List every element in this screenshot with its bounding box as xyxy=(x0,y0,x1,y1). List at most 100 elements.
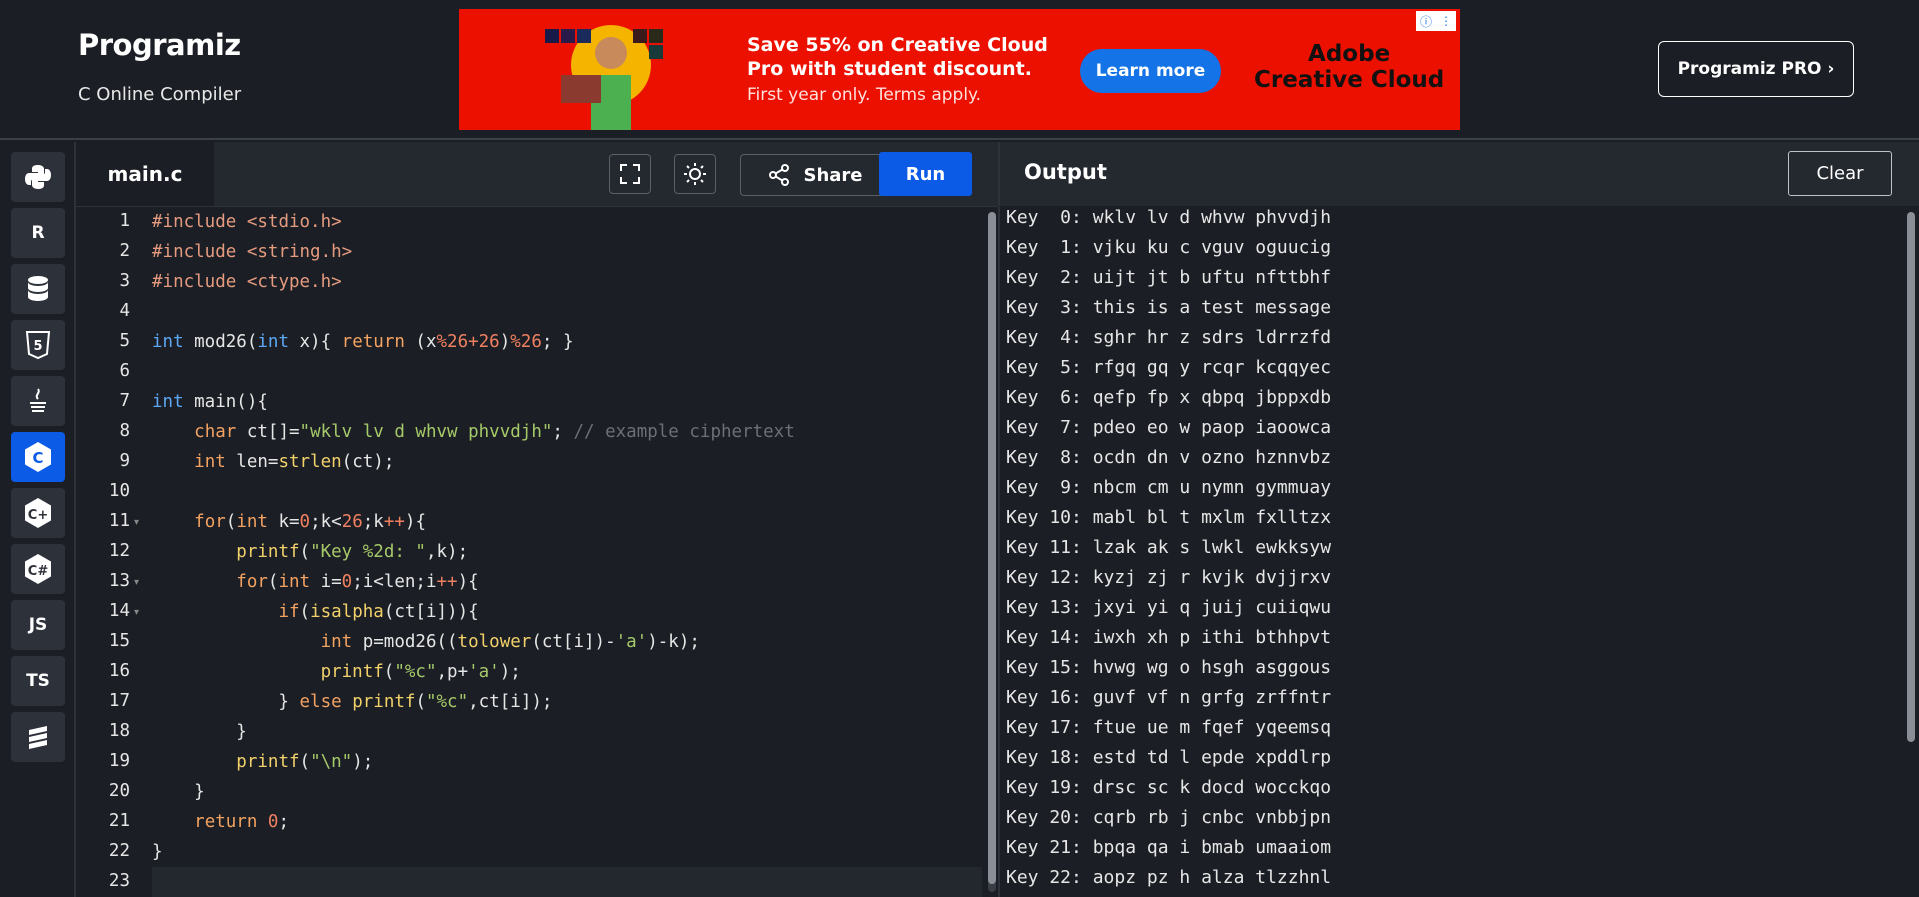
output-line: Key 14: iwxh xh p ithi bthhpvt xyxy=(1006,627,1332,648)
line-number: 20 xyxy=(108,781,130,801)
r-icon[interactable]: R xyxy=(11,208,65,258)
output-console[interactable]: Key 0: wklv lv d whvw phvvdjh Key 1: vjku… xyxy=(998,207,1919,897)
line-number: 14 xyxy=(108,601,130,621)
language-sidebar: R 5 C C+ C# JS TS xyxy=(0,142,76,897)
advertisement-banner[interactable]: Save 55% on Creative Cloud Pro with stud… xyxy=(459,9,1460,130)
output-line: Key 17: ftue ue m fqef yqeemsq xyxy=(1006,717,1332,738)
programiz-pro-button[interactable]: Programiz PRO › xyxy=(1658,41,1854,97)
info-icon[interactable]: ⓘ xyxy=(1420,13,1432,30)
code-line: int len=strlen(ct); xyxy=(194,452,395,472)
output-line: Key 0: wklv lv d whvw phvvdjh xyxy=(1006,207,1332,228)
html5-label: 5 xyxy=(33,339,42,354)
editor-scrollbar[interactable] xyxy=(988,212,996,892)
output-line: Key 20: cqrb rb j cnbc vnbbjpn xyxy=(1006,807,1332,828)
line-number: 8 xyxy=(119,421,130,441)
database-icon[interactable] xyxy=(11,264,65,314)
c-icon[interactable]: C xyxy=(11,432,65,482)
output-line: Key 3: this is a test message xyxy=(1006,297,1332,318)
code-line: } xyxy=(152,842,163,862)
html5-icon[interactable]: 5 xyxy=(11,320,65,370)
python-icon[interactable] xyxy=(11,152,65,202)
code-line: for(int i=0;i<len;i++){ xyxy=(236,572,479,592)
output-line: Key 7: pdeo eo w paop iaoowca xyxy=(1006,417,1332,438)
ad-choices[interactable]: ⓘ ⋮ xyxy=(1416,11,1456,31)
javascript-icon[interactable]: JS xyxy=(11,600,65,650)
output-line: Key 5: rfgq gq y rcqr kcqqyec xyxy=(1006,357,1332,378)
sun-icon xyxy=(684,163,706,185)
line-number: 7 xyxy=(119,391,130,411)
line-number: 4 xyxy=(119,301,130,321)
line-number: 15 xyxy=(108,631,130,651)
line-number: 5 xyxy=(119,331,130,351)
page-subtitle: C Online Compiler xyxy=(78,84,242,105)
code-line: #include <stdio.h> xyxy=(152,212,342,232)
code-line: #include <string.h> xyxy=(152,242,353,262)
code-line: } else printf("%c",ct[i]); xyxy=(152,692,553,712)
line-number: 17 xyxy=(108,691,130,711)
c-label: C xyxy=(32,449,43,467)
ad-subtext: First year only. Terms apply. xyxy=(747,85,982,105)
code-line: } xyxy=(152,722,247,742)
cpp-label: C+ xyxy=(28,508,48,523)
fullscreen-icon xyxy=(620,164,640,184)
line-number: 19 xyxy=(108,751,130,771)
output-line: Key 8: ocdn dn v ozno hznnvbz xyxy=(1006,447,1332,468)
swift-icon[interactable] xyxy=(11,712,65,762)
line-number: 9 xyxy=(119,451,130,471)
output-line: Key 4: sghr hr z sdrs ldrrzfd xyxy=(1006,327,1332,348)
line-number: 22 xyxy=(108,841,130,861)
output-line: Key 22: aopz pz h alza tlzzhnl xyxy=(1006,867,1332,888)
output-line: Key 21: bpqa qa i bmab umaaiom xyxy=(1006,837,1332,858)
output-line: Key 2: uijt jt b uftu nfttbhf xyxy=(1006,267,1332,288)
line-number: 21 xyxy=(108,811,130,831)
line-number: 3 xyxy=(119,271,130,291)
fold-toggle-icon[interactable]: ▾ xyxy=(134,607,139,618)
ad-learn-more-button[interactable]: Learn more xyxy=(1080,49,1221,93)
code-editor[interactable]: 1 2 3 4 5 6 7 8 9 10 11 ▾ 12 13 ▾ 14 ▾ 15 16 17 18 19 20 21 22 23… xyxy=(76,207,998,897)
typescript-icon[interactable]: TS xyxy=(11,656,65,706)
line-number: 16 xyxy=(108,661,130,681)
output-scrollbar[interactable] xyxy=(1907,212,1915,742)
run-button[interactable]: Run xyxy=(879,152,972,196)
code-line: int mod26(int x){ return (x%26+26)%26; } xyxy=(152,332,574,352)
theme-toggle-button[interactable] xyxy=(674,154,716,194)
output-line: Key 15: hvwg wg o hsgh asggous xyxy=(1006,657,1332,678)
output-toolbar: Output Clear xyxy=(998,142,1919,206)
code-line: printf("\n"); xyxy=(236,752,374,772)
output-line: Key 9: nbcm cm u nymn gymmuay xyxy=(1006,477,1332,498)
output-line: Key 19: drsc sc k docd wocckqo xyxy=(1006,777,1332,798)
kebab-icon[interactable]: ⋮ xyxy=(1440,14,1452,28)
fold-toggle-icon[interactable]: ▾ xyxy=(134,577,139,588)
share-button[interactable]: Share xyxy=(740,154,890,196)
cpp-icon[interactable]: C+ xyxy=(11,488,65,538)
line-number: 13 xyxy=(108,571,130,591)
code-line: int main(){ xyxy=(152,392,268,412)
programiz-logo[interactable]: Programiz xyxy=(78,28,241,62)
code-line: printf("%c",p+'a'); xyxy=(320,662,521,682)
fullscreen-button[interactable] xyxy=(609,154,651,194)
code-line: char ct[]="wklv lv d whvw phvvdjh"; // e… xyxy=(194,422,795,442)
output-line: Key 6: qefp fp x qbpq jbppxdb xyxy=(1006,387,1332,408)
code-line: return 0; xyxy=(194,812,290,832)
clear-button[interactable]: Clear xyxy=(1788,151,1892,196)
ad-brand-line1: Adobe xyxy=(1308,41,1391,67)
tab-main-c[interactable]: main.c xyxy=(76,142,214,206)
line-number: 11 xyxy=(108,511,130,531)
code-line: #include <ctype.h> xyxy=(152,272,342,292)
java-icon[interactable] xyxy=(11,376,65,426)
ad-brand-line2: Creative Cloud xyxy=(1254,67,1445,93)
output-line: Key 12: kyzj zj r kvjk dvjjrxv xyxy=(1006,567,1332,588)
editor-scrollbar-thumb[interactable] xyxy=(988,212,996,884)
line-number: 12 xyxy=(108,541,130,561)
line-number: 6 xyxy=(119,361,130,381)
csharp-icon[interactable]: C# xyxy=(11,544,65,594)
header: Programiz C Online Compiler Save 55% on … xyxy=(0,0,1919,140)
line-number: 23 xyxy=(108,871,130,891)
share-label: Share xyxy=(803,164,863,186)
code-line: printf("Key %2d: ",k); xyxy=(236,542,469,562)
fold-toggle-icon[interactable]: ▾ xyxy=(134,517,139,528)
output-line: Key 1: vjku ku c vguv oguucig xyxy=(1006,237,1332,258)
output-line: Key 11: lzak ak s lwkl ewkksyw xyxy=(1006,537,1332,558)
code-line-current xyxy=(152,867,982,897)
ad-illustration xyxy=(545,25,663,130)
